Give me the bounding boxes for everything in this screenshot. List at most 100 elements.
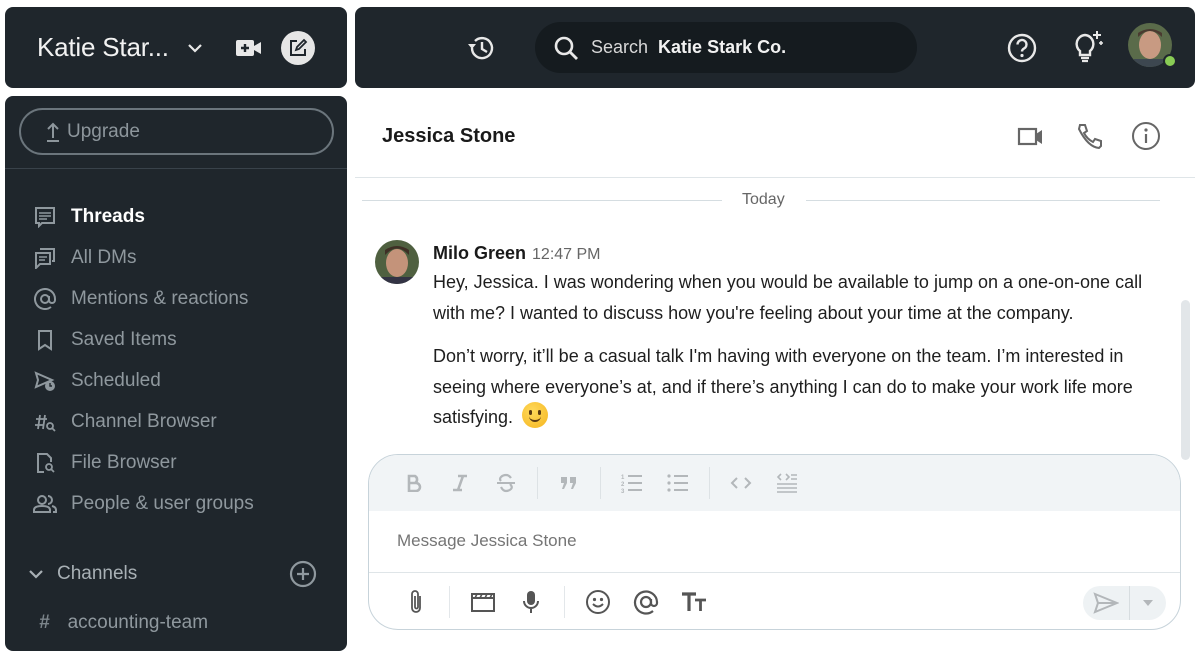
format-toolbar: 123 — [369, 455, 1180, 511]
bookmark-icon — [38, 330, 52, 351]
channel-item[interactable]: # accounting-team — [39, 612, 208, 634]
author-name: Milo Green — [433, 243, 527, 263]
compose-button[interactable] — [280, 30, 315, 65]
strikethrough-button[interactable] — [491, 468, 521, 498]
paperclip-icon — [411, 590, 421, 613]
channel-search-icon — [35, 414, 56, 432]
bulleted-list-button[interactable] — [663, 468, 693, 498]
upgrade-button[interactable]: Upgrade — [19, 108, 334, 155]
upload-arrow-icon — [47, 122, 59, 142]
sidebar-item-saved[interactable]: Saved Items — [5, 320, 347, 360]
message-composer: 123 — [368, 454, 1181, 630]
workspace-header: Katie Star... — [5, 7, 347, 88]
at-icon — [633, 590, 659, 615]
italic-icon — [453, 474, 467, 492]
help-icon[interactable] — [1005, 31, 1039, 65]
conversation-header: Jessica Stone — [355, 96, 1195, 178]
quote-icon — [561, 477, 576, 489]
sidebar-item-file-browser[interactable]: File Browser — [5, 443, 347, 483]
slightly-smiling-face-icon — [522, 402, 549, 428]
new-video-call-icon[interactable] — [235, 37, 263, 59]
code-icon — [730, 477, 752, 489]
divider — [537, 467, 538, 499]
strikethrough-icon — [497, 473, 515, 493]
code-block-icon — [776, 473, 797, 493]
search-icon — [554, 36, 578, 60]
search-label: Search — [591, 37, 649, 57]
top-bar: Search Katie Stark Co. — [355, 7, 1195, 88]
send-options-button[interactable] — [1130, 599, 1166, 607]
scheduled-icon — [34, 371, 55, 391]
divider — [709, 467, 710, 499]
message-time: 12:47 PM — [532, 246, 601, 263]
message-input[interactable] — [397, 531, 1097, 551]
action-toolbar — [369, 573, 1180, 629]
sidebar-item-label: Mentions & reactions — [71, 288, 249, 309]
hash-icon: # — [39, 612, 50, 633]
history-icon[interactable] — [465, 32, 497, 64]
chevron-down-icon[interactable] — [185, 38, 205, 58]
attach-button[interactable] — [401, 587, 431, 617]
sidebar-item-mentions[interactable]: Mentions & reactions — [5, 279, 347, 319]
add-channel-icon[interactable] — [289, 560, 317, 588]
message-avatar[interactable] — [375, 240, 419, 284]
video-call-icon[interactable] — [1017, 124, 1045, 150]
date-divider: Today — [362, 190, 1162, 210]
ordered-list-icon: 123 — [621, 475, 642, 493]
bold-icon — [407, 474, 422, 492]
bulleted-list-icon — [667, 474, 688, 492]
ai-lightbulb-icon[interactable] — [1069, 29, 1105, 65]
phone-icon[interactable] — [1075, 122, 1105, 152]
info-icon[interactable] — [1131, 121, 1161, 151]
send-button[interactable] — [1083, 592, 1129, 614]
svg-text:1: 1 — [621, 475, 625, 481]
smiley-icon — [586, 590, 610, 614]
send-icon — [1093, 592, 1119, 614]
svg-text:2: 2 — [621, 482, 625, 488]
sidebar-item-threads[interactable]: Threads — [5, 197, 347, 237]
svg-text:3: 3 — [621, 489, 625, 493]
sidebar-item-people[interactable]: People & user groups — [5, 484, 347, 524]
chevron-down-icon — [29, 570, 43, 579]
sidebar-item-label: People & user groups — [71, 493, 254, 514]
channels-section-header[interactable]: Channels — [27, 558, 317, 590]
scrollbar[interactable] — [1181, 300, 1190, 460]
microphone-icon — [523, 591, 539, 613]
italic-button[interactable] — [445, 468, 475, 498]
conversation-title: Jessica Stone — [382, 125, 516, 147]
search-scope: Katie Stark Co. — [658, 37, 787, 57]
message-author[interactable]: Milo Green 12:47 PM — [433, 243, 601, 264]
workspace-name[interactable]: Katie Star... — [37, 32, 169, 63]
sidebar-item-label: File Browser — [71, 452, 177, 473]
sidebar-item-channel-browser[interactable]: Channel Browser — [5, 402, 347, 442]
quote-button[interactable] — [554, 468, 584, 498]
code-block-button[interactable] — [772, 468, 802, 498]
caret-down-icon — [1143, 600, 1153, 606]
voice-button[interactable] — [516, 587, 546, 617]
text-size-icon — [682, 592, 706, 611]
send-button-group — [1083, 586, 1166, 620]
dms-icon — [35, 248, 55, 269]
sidebar-item-all-dms[interactable]: All DMs — [5, 238, 347, 278]
video-clip-button[interactable] — [468, 587, 498, 617]
code-button[interactable] — [726, 468, 756, 498]
divider — [5, 168, 347, 169]
message-paragraph: Don’t worry, it’ll be a casual talk I'm … — [433, 341, 1178, 433]
clapperboard-icon — [471, 593, 495, 612]
bold-button[interactable] — [399, 468, 429, 498]
at-icon — [34, 288, 56, 310]
emoji-button[interactable] — [583, 587, 613, 617]
upgrade-label: Upgrade — [67, 120, 140, 142]
message-paragraph: Hey, Jessica. I was wondering when you w… — [433, 272, 1143, 323]
sidebar-item-scheduled[interactable]: Scheduled — [5, 361, 347, 401]
text-format-button[interactable] — [679, 587, 709, 617]
compose-icon — [289, 38, 308, 56]
sidebar-item-label: Channel Browser — [71, 411, 217, 432]
sidebar-item-label: Threads — [71, 206, 145, 227]
sidebar-item-label: Saved Items — [71, 329, 177, 350]
divider — [600, 467, 601, 499]
ordered-list-button[interactable]: 123 — [617, 468, 647, 498]
sidebar-item-label: Scheduled — [71, 370, 161, 391]
search-bar[interactable]: Search Katie Stark Co. — [535, 22, 917, 73]
mention-button[interactable] — [631, 587, 661, 617]
